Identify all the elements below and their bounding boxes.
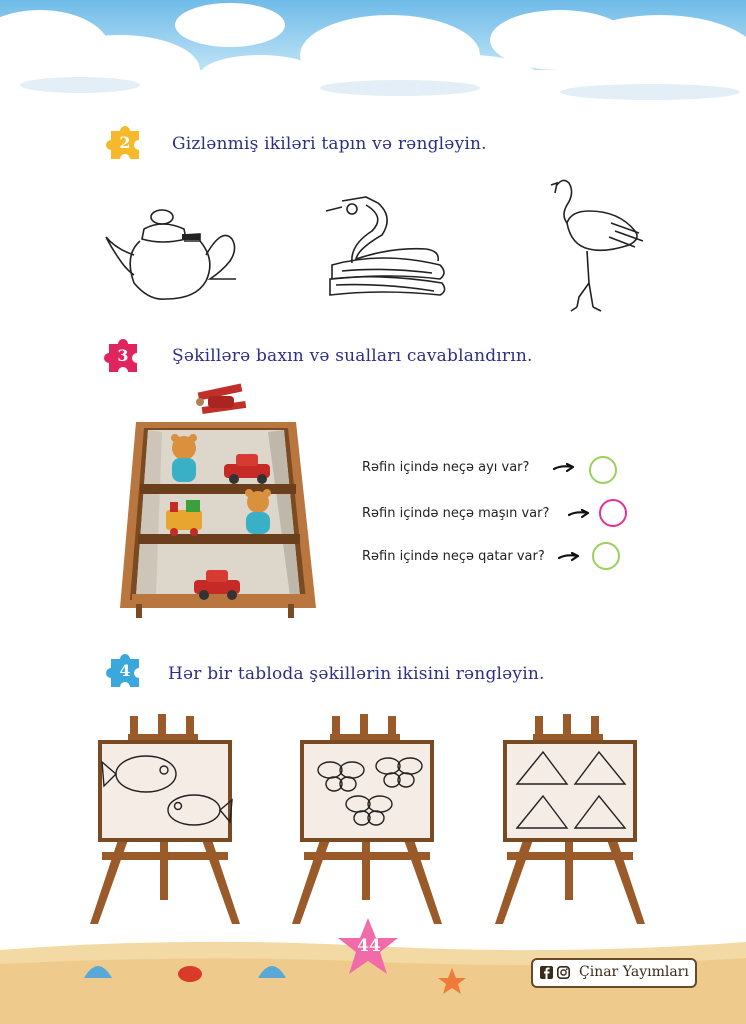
- easel-butterflies: [292, 714, 442, 924]
- page-number: 44: [357, 936, 381, 956]
- puzzle-number-3: 3: [103, 336, 143, 376]
- arrow-right-icon: [558, 552, 580, 562]
- toy-airplane: [196, 383, 247, 415]
- brand-name: Çinar Yayımları: [579, 964, 689, 980]
- task-3-title: Şəkillərə baxın və sualları cavablandırı…: [172, 346, 533, 366]
- question-trains: Rəfin içində neçə qatar var?: [362, 549, 545, 564]
- crab-icon: [178, 966, 202, 982]
- answer-circle-cars[interactable]: [599, 499, 627, 527]
- puzzle-number: 2: [119, 133, 131, 152]
- facebook-icon[interactable]: [540, 966, 553, 979]
- task-4-title: Hər bir tabloda şəkillərin ikisini rəngl…: [168, 664, 545, 684]
- task-2-title: Gizlənmiş ikiləri tapın və rəngləyin.: [172, 134, 487, 154]
- arrow-right-icon: [553, 463, 575, 473]
- answer-circle-bears[interactable]: [589, 456, 617, 484]
- puzzle-number: 3: [117, 346, 129, 365]
- answer-circle-trains[interactable]: [592, 542, 620, 570]
- question-cars: Rəfin içində neçə maşın var?: [362, 506, 550, 521]
- brand-badge: Çinar Yayımları: [531, 958, 697, 988]
- puzzle-number-4: 4: [105, 651, 145, 691]
- puzzle-number: 4: [119, 661, 131, 680]
- easel-fish: [90, 714, 240, 924]
- question-bears: Rəfin içində neçə ayı var?: [362, 460, 530, 475]
- toy-shelf-illustration: [120, 383, 316, 618]
- instagram-icon[interactable]: [557, 966, 570, 979]
- arrow-right-icon: [568, 509, 590, 519]
- teapot-drawing: [105, 209, 236, 300]
- puzzle-number-2: 2: [105, 123, 145, 163]
- swan-number-two-drawing: [325, 196, 446, 296]
- easel-watermelons: [495, 714, 645, 924]
- flamingo-drawing: [550, 179, 644, 312]
- sky-clouds-banner: [0, 0, 746, 110]
